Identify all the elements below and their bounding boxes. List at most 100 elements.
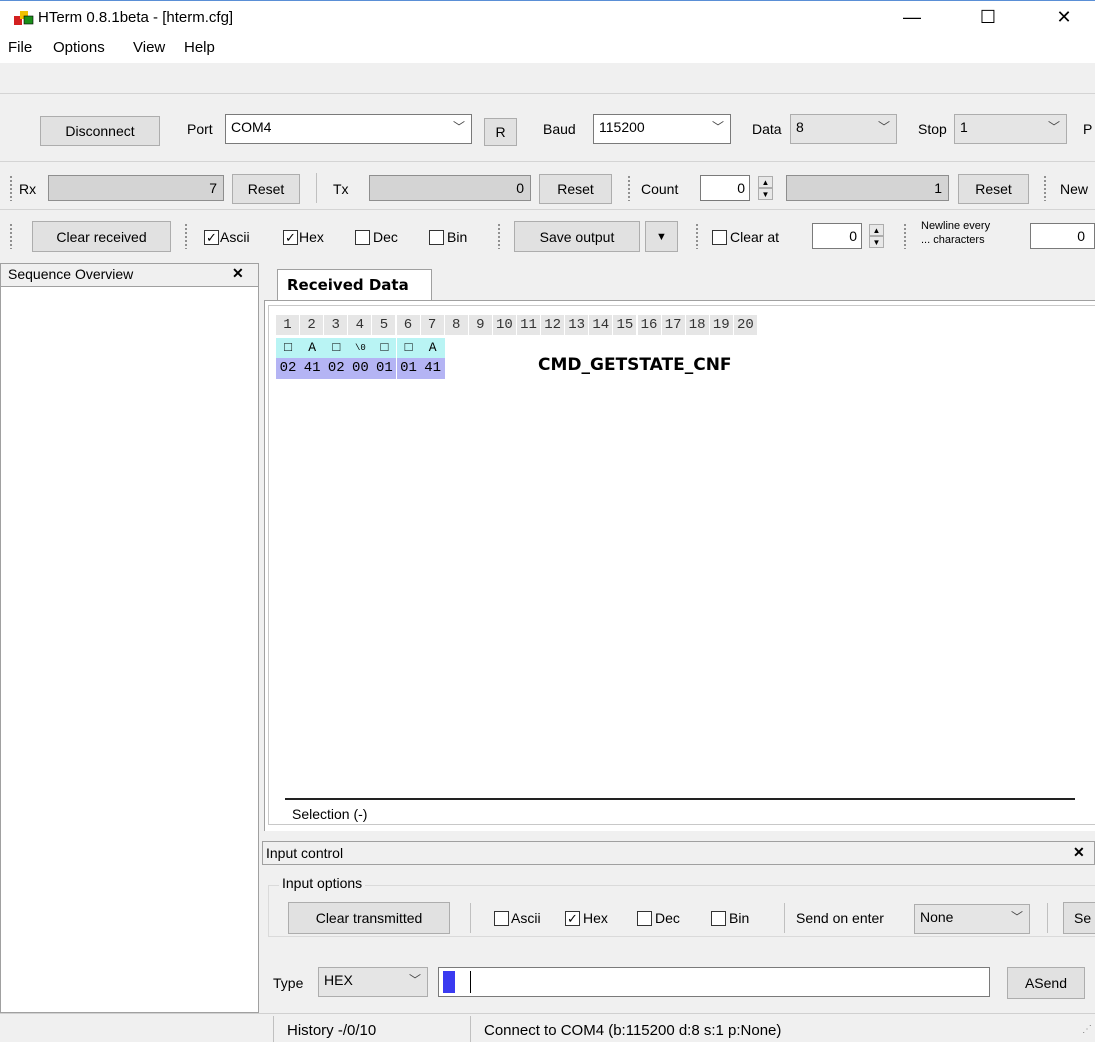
hex-cell[interactable]: 01 xyxy=(372,358,397,379)
ascii-cell[interactable]: □ xyxy=(372,338,397,358)
send-file-button[interactable]: Se xyxy=(1063,902,1095,934)
divider xyxy=(0,161,1095,162)
rx-reset-button[interactable]: Reset xyxy=(232,174,300,204)
hex-cell[interactable]: 00 xyxy=(348,358,373,379)
column-header: 14 xyxy=(589,315,613,335)
tab-received-data[interactable]: Received Data xyxy=(277,269,432,301)
column-header: 10 xyxy=(492,315,516,335)
resize-grip-icon[interactable]: ⋰ xyxy=(1082,1024,1092,1035)
history-status: History -/0/10 xyxy=(287,1022,377,1039)
divider xyxy=(0,209,1095,210)
divider xyxy=(0,93,1095,94)
column-header: 6 xyxy=(396,315,420,335)
send-on-enter-select[interactable]: None ﹀ xyxy=(914,904,1030,934)
toolbar-grip[interactable] xyxy=(497,223,501,249)
column-header: 15 xyxy=(613,315,637,335)
menu-help[interactable]: Help xyxy=(184,39,215,56)
maximize-button[interactable]: ☐ xyxy=(965,1,1011,33)
save-output-dropdown[interactable]: ▼ xyxy=(645,221,678,252)
chevron-down-icon: ﹀ xyxy=(711,120,724,134)
dec-display-checkbox[interactable] xyxy=(355,230,370,245)
connection-status: Connect to COM4 (b:115200 d:8 s:1 p:None… xyxy=(484,1022,782,1039)
toolbar-grip[interactable] xyxy=(184,223,188,249)
clear-at-checkbox[interactable] xyxy=(712,230,727,245)
close-icon[interactable]: ✕ xyxy=(1073,844,1085,861)
dec-input-label: Dec xyxy=(655,910,680,926)
spin-down-icon[interactable]: ▼ xyxy=(758,188,773,200)
menu-view[interactable]: View xyxy=(133,39,165,56)
hex-display-label: Hex xyxy=(299,229,324,245)
column-header: 12 xyxy=(541,315,565,335)
hex-cell[interactable]: 02 xyxy=(276,358,301,379)
input-control-header xyxy=(262,841,1095,865)
ascii-cell[interactable]: □ xyxy=(324,338,349,358)
divider xyxy=(273,1016,274,1042)
toolbar-grip[interactable] xyxy=(627,175,631,201)
clear-at-input[interactable]: 0 xyxy=(812,223,862,249)
window-title: HTerm 0.8.1beta - [hterm.cfg] xyxy=(38,9,234,26)
send-input-field[interactable] xyxy=(438,967,990,997)
baud-label: Baud xyxy=(543,121,576,137)
input-type-select[interactable]: HEX ﹀ xyxy=(318,967,428,997)
tx-reset-button[interactable]: Reset xyxy=(539,174,612,204)
bin-input-checkbox[interactable] xyxy=(711,911,726,926)
bin-display-checkbox[interactable] xyxy=(429,230,444,245)
column-header: 17 xyxy=(661,315,685,335)
chevron-down-icon: ﹀ xyxy=(1010,910,1023,924)
clear-transmitted-button[interactable]: Clear transmitted xyxy=(288,902,450,934)
ascii-input-checkbox[interactable] xyxy=(494,911,509,926)
spin-up-icon[interactable]: ▲ xyxy=(869,224,884,236)
menu-options[interactable]: Options xyxy=(53,39,105,56)
close-button[interactable]: ✕ xyxy=(1041,1,1087,33)
baud-select[interactable]: 115200 ﹀ xyxy=(593,114,731,144)
port-label: Port xyxy=(187,121,213,137)
toolbar-grip[interactable] xyxy=(695,223,699,249)
dec-display-label: Dec xyxy=(373,229,398,245)
toolbar-grip[interactable] xyxy=(1043,175,1047,201)
caret-down-icon: ▼ xyxy=(656,230,667,243)
count-label: Count xyxy=(641,181,679,197)
close-icon[interactable]: ✕ xyxy=(232,265,244,282)
save-output-button[interactable]: Save output xyxy=(514,221,640,252)
hex-cell[interactable]: 41 xyxy=(300,358,325,379)
text-caret xyxy=(470,971,471,993)
ascii-display-checkbox[interactable]: ✓ xyxy=(204,230,219,245)
minimize-button[interactable]: — xyxy=(889,1,935,33)
toolbar-grip[interactable] xyxy=(9,175,13,201)
toolbar-grip[interactable] xyxy=(903,223,907,249)
column-header: 4 xyxy=(348,315,372,335)
newline-every-input[interactable]: 0 xyxy=(1030,223,1095,249)
data-bits-select[interactable]: 8 ﹀ xyxy=(790,114,897,144)
asend-button[interactable]: ASend xyxy=(1007,967,1085,999)
hex-cell[interactable]: 01 xyxy=(396,358,421,379)
hex-display-checkbox[interactable]: ✓ xyxy=(283,230,298,245)
ascii-cell[interactable]: A xyxy=(300,338,325,358)
ascii-cell[interactable]: □ xyxy=(276,338,301,358)
count-reset-button[interactable]: Reset xyxy=(958,174,1029,204)
count-input[interactable]: 0 xyxy=(700,175,750,201)
spin-down-icon[interactable]: ▼ xyxy=(869,236,884,248)
disconnect-button[interactable]: Disconnect xyxy=(40,116,160,146)
refresh-ports-button[interactable]: R xyxy=(484,118,517,146)
input-control-title: Input control xyxy=(266,845,344,861)
hex-cell[interactable]: 02 xyxy=(324,358,349,379)
tab-label: Received Data xyxy=(287,276,409,294)
send-on-enter-label: Send on enter xyxy=(796,910,884,926)
spin-up-icon[interactable]: ▲ xyxy=(758,176,773,188)
port-select[interactable]: COM4 ﹀ xyxy=(225,114,472,144)
divider xyxy=(1047,903,1048,933)
clear-received-button[interactable]: Clear received xyxy=(32,221,171,252)
column-header: 2 xyxy=(300,315,324,335)
tx-count-field: 0 xyxy=(369,175,531,201)
ascii-cell[interactable]: \0 xyxy=(348,338,373,358)
stop-bits-select[interactable]: 1 ﹀ xyxy=(954,114,1067,144)
menu-file[interactable]: File xyxy=(8,39,32,56)
toolbar-grip[interactable] xyxy=(9,223,13,249)
column-header: 9 xyxy=(468,315,492,335)
ascii-cell[interactable]: □ xyxy=(396,338,421,358)
dec-input-checkbox[interactable] xyxy=(637,911,652,926)
hex-cell[interactable]: 41 xyxy=(420,358,445,379)
newline-every-label-2: ... characters xyxy=(921,234,985,246)
ascii-cell[interactable]: A xyxy=(420,338,445,358)
hex-input-checkbox[interactable]: ✓ xyxy=(565,911,580,926)
